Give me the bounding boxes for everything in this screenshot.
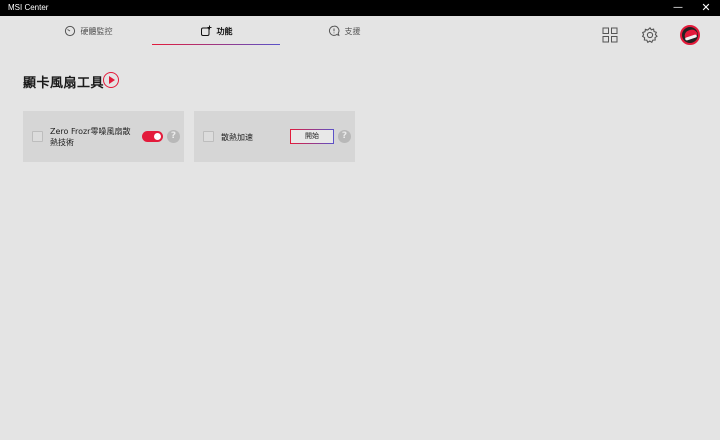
feature-card-zero-frozr: Zero Frozr零噪風扇散熱技術 ?	[23, 111, 184, 162]
gauge-icon	[64, 25, 75, 37]
feature-card-cooler-boost: 散熱加速 開始 ?	[194, 111, 355, 162]
window-title: MSI Center	[8, 3, 49, 12]
chat-support-icon	[328, 25, 340, 37]
tab-features[interactable]: 功能	[152, 16, 280, 46]
tab-label: 功能	[216, 26, 233, 36]
active-tab-indicator	[152, 44, 280, 45]
section-title: 顯卡風扇工具	[23, 76, 105, 91]
feature-label: Zero Frozr零噪風扇散熱技術	[50, 127, 131, 147]
tab-hardware-monitor[interactable]: 硬體監控	[24, 16, 152, 46]
grid-apps-icon[interactable]	[601, 26, 619, 44]
title-bar: MSI Center — ✕	[0, 0, 720, 16]
close-button[interactable]: ✕	[694, 0, 718, 16]
gear-icon[interactable]	[641, 26, 659, 44]
avatar[interactable]	[680, 25, 700, 45]
tab-support[interactable]: 支援	[280, 16, 408, 46]
zero-frozr-toggle[interactable]	[142, 131, 163, 142]
feature-checkbox[interactable]	[203, 131, 214, 142]
toggle-knob	[154, 133, 161, 140]
help-icon[interactable]: ?	[167, 130, 180, 143]
help-icon[interactable]: ?	[338, 130, 351, 143]
start-button[interactable]: 開始	[290, 129, 334, 144]
tab-label: 硬體監控	[80, 26, 113, 36]
minimize-button[interactable]: —	[666, 0, 690, 16]
play-icon[interactable]	[103, 72, 119, 88]
feature-checkbox[interactable]	[32, 131, 43, 142]
tab-label: 支援	[344, 26, 361, 36]
add-feature-icon	[200, 25, 211, 36]
